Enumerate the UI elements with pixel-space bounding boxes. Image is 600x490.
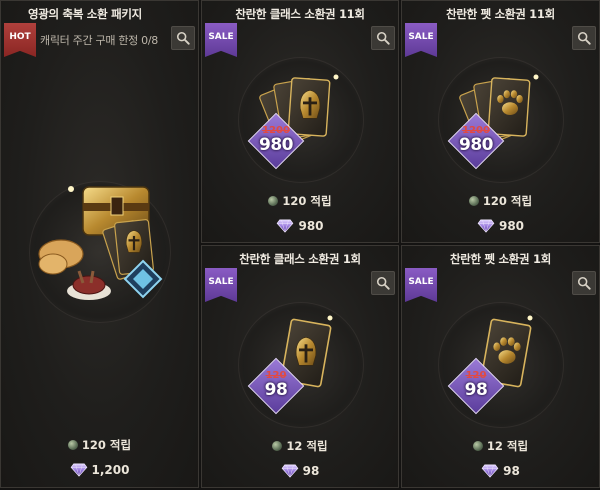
- mileage-text: 12 적립: [486, 439, 529, 453]
- sale-badge: SALE: [205, 23, 237, 57]
- product-card-class-summon-1[interactable]: 찬란한 클래스 소환권 1회 SALE 120 98 12 적립 98: [201, 245, 399, 488]
- search-icon[interactable]: [572, 26, 596, 50]
- price-row: 98: [202, 464, 398, 478]
- product-card-pet-summon-1[interactable]: 찬란한 펫 소환권 1회 SALE 120 98 12 적립 98: [401, 245, 600, 488]
- price-row: 980: [202, 219, 398, 233]
- price-text: 98: [503, 464, 520, 478]
- product-card-pet-summon-11[interactable]: 찬란한 펫 소환권 11회 SALE 1200 980 120 적립 980: [401, 0, 600, 243]
- mileage-coin-icon: [67, 440, 78, 450]
- price-row: 98: [402, 464, 599, 478]
- mileage-row: 120 적립: [1, 437, 198, 453]
- mileage-text: 120 적립: [282, 194, 332, 208]
- mileage-row: 12 적립: [402, 438, 599, 454]
- mileage-coin-icon: [468, 196, 479, 206]
- diamond-currency-icon: [276, 219, 294, 233]
- price-row: 1,200: [1, 463, 198, 477]
- diamond-currency-icon: [70, 463, 88, 477]
- price-text: 980: [298, 219, 324, 233]
- price-text: 98: [302, 464, 320, 478]
- discounted-price: 980: [459, 135, 494, 155]
- search-icon[interactable]: [171, 26, 195, 50]
- diamond-currency-icon: [477, 219, 495, 233]
- sale-badge: SALE: [205, 268, 237, 302]
- search-icon[interactable]: [572, 271, 596, 295]
- sale-badge: SALE: [405, 23, 437, 57]
- mileage-row: 120 적립: [402, 193, 599, 209]
- product-card-class-summon-11[interactable]: 찬란한 클래스 소환권 11회 SALE 1200 980 120 적립 980: [201, 0, 399, 243]
- chest-package-icon: [38, 186, 163, 300]
- mileage-text: 12 적립: [286, 439, 328, 453]
- diamond-currency-icon: [481, 464, 499, 478]
- mileage-coin-icon: [272, 441, 283, 451]
- mileage-text: 120 적립: [482, 194, 533, 208]
- discounted-price: 98: [464, 380, 488, 400]
- mileage-text: 120 적립: [81, 438, 132, 452]
- diamond-currency-icon: [281, 464, 299, 478]
- product-card-glory-package[interactable]: 영광의 축복 소환 패키지 HOT 캐릭터 주간 구매 한정 0/8 120 적…: [0, 0, 199, 488]
- discount-badge: 1200 980: [447, 112, 505, 170]
- discount-badge: 120 98: [247, 357, 305, 415]
- mileage-coin-icon: [472, 441, 483, 451]
- price-text: 1,200: [91, 463, 130, 477]
- purchase-limit-text: 캐릭터 주간 구매 한정 0/8: [40, 34, 158, 47]
- sale-badge: SALE: [405, 268, 437, 302]
- hot-badge: HOT: [4, 23, 36, 57]
- price-row: 980: [402, 219, 599, 233]
- mileage-coin-icon: [268, 196, 279, 206]
- discount-badge: 120 98: [447, 357, 505, 415]
- discounted-price: 980: [259, 135, 294, 155]
- search-icon[interactable]: [371, 271, 395, 295]
- discount-badge: 1200 980: [247, 112, 305, 170]
- mileage-row: 12 적립: [202, 438, 398, 454]
- search-icon[interactable]: [371, 26, 395, 50]
- discounted-price: 98: [264, 380, 288, 400]
- price-text: 980: [498, 219, 525, 233]
- mileage-row: 120 적립: [202, 193, 398, 209]
